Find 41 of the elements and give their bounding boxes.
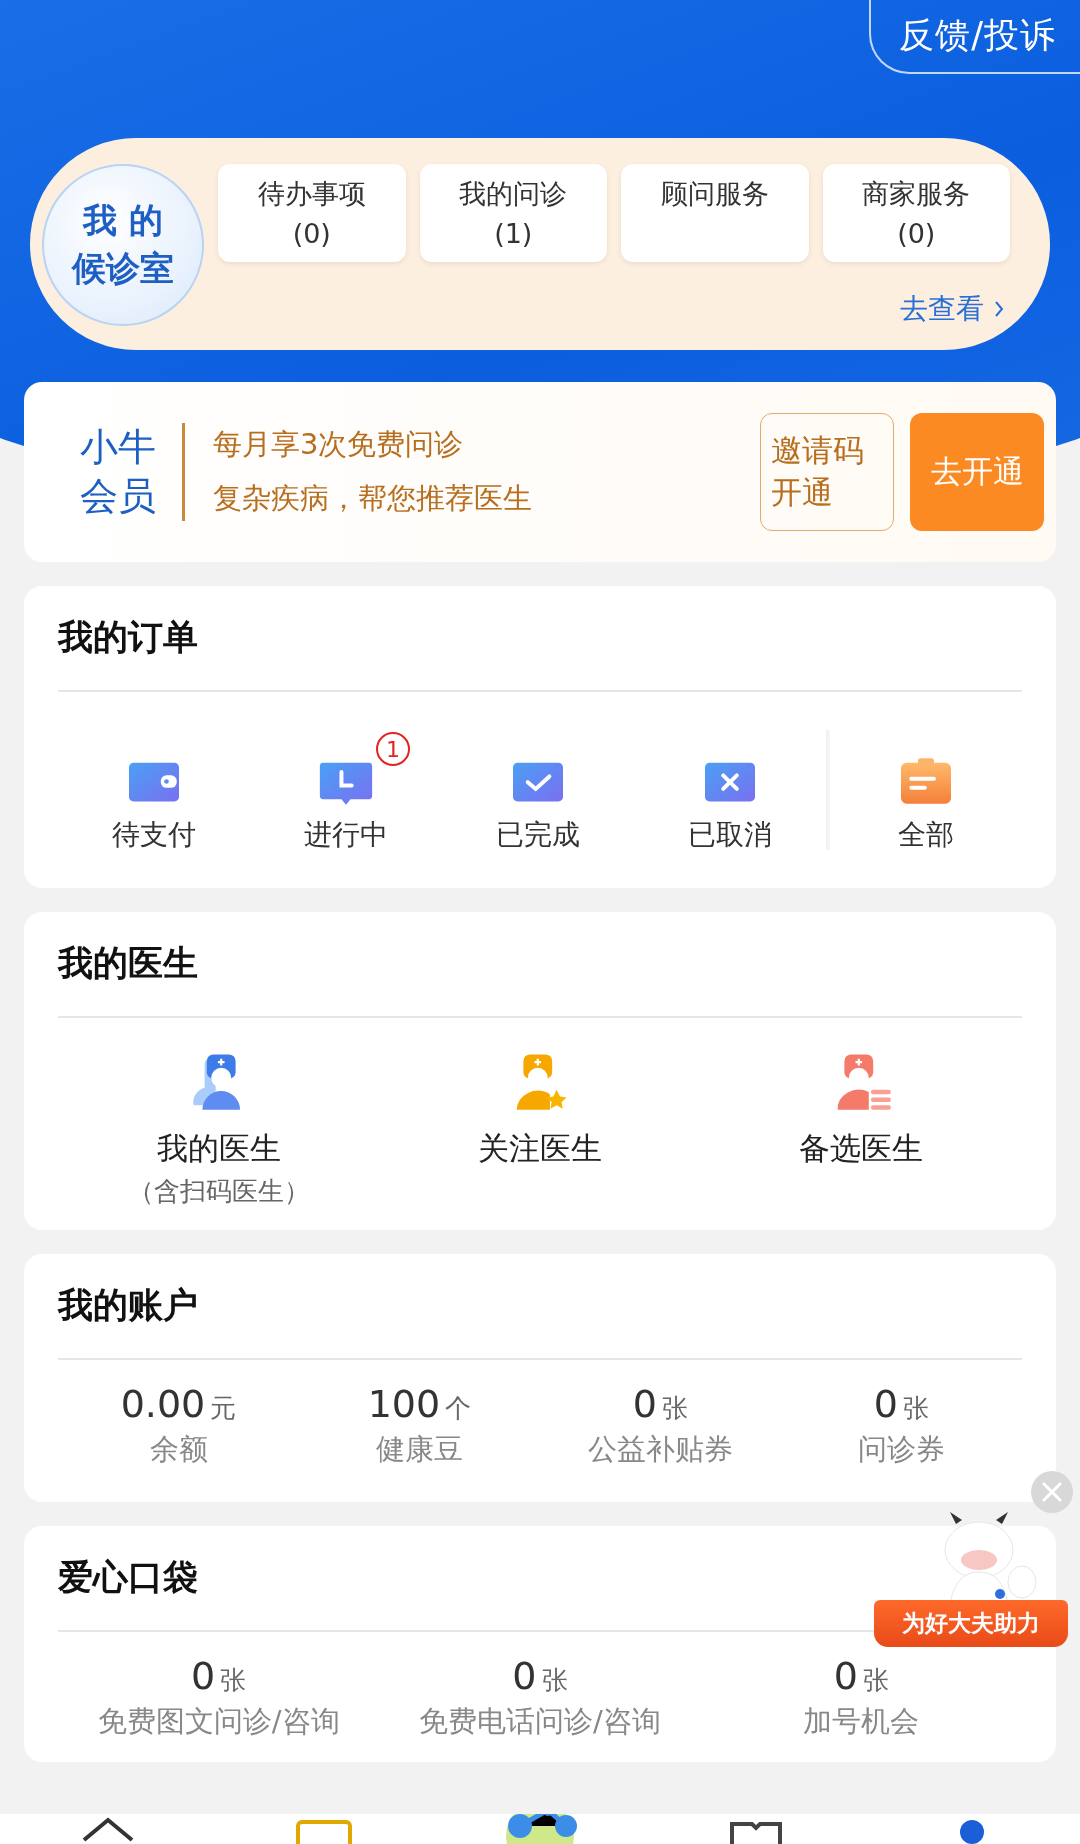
order-status-button[interactable]: 1 进行中: [250, 726, 442, 854]
doctor-category-button[interactable]: 备选医生: [700, 1050, 1022, 1230]
doctor-category-button[interactable]: 我的医生 （含扫码医生）: [58, 1050, 380, 1230]
feedback-button[interactable]: 反馈/投诉: [869, 0, 1080, 74]
section-title: 爱心口袋: [58, 1556, 198, 1599]
clipboard-icon: [898, 756, 954, 806]
stat-label: 公益补贴券: [588, 1431, 733, 1468]
stat-value: 0 张: [512, 1654, 568, 1698]
stat-value: 0.00 元: [120, 1382, 237, 1426]
service-tile[interactable]: 商家服务 (0): [822, 164, 1010, 262]
order-status-button[interactable]: 待支付: [58, 726, 250, 854]
service-tile[interactable]: 我的问诊 (1): [419, 164, 607, 262]
stat-label: 免费电话问诊/咨询: [419, 1703, 661, 1740]
invite-code-button[interactable]: 邀请码开通: [760, 413, 894, 531]
stat-value: 0 张: [833, 1654, 889, 1698]
membership-title: 会员: [80, 473, 156, 520]
chevron-right-icon: [994, 300, 1004, 318]
order-status-button[interactable]: 已完成: [442, 726, 634, 854]
view-link[interactable]: 去查看: [900, 290, 1004, 328]
benefit-text: 复杂疾病，帮您推荐医生: [213, 480, 533, 517]
stat-label: 健康豆: [376, 1431, 463, 1468]
order-status-button[interactable]: 已取消: [634, 726, 826, 854]
benefit-text: 每月享3次免费问诊: [213, 426, 465, 463]
section-title: 我的医生: [58, 942, 198, 985]
stat-label: 免费图文问诊/咨询: [97, 1703, 340, 1740]
stat-value: 0 张: [632, 1382, 689, 1426]
section-title: 我的订单: [58, 616, 198, 659]
stat-value: 100 个: [367, 1382, 472, 1426]
membership-title: 小牛: [80, 423, 156, 471]
stat-value: 0 张: [191, 1654, 247, 1698]
doctor-category-button[interactable]: 关注医生: [379, 1050, 701, 1230]
stat-label: 余额: [149, 1431, 208, 1468]
order-status-button[interactable]: 全部: [830, 726, 1022, 854]
section-title: 我的账户: [58, 1284, 198, 1327]
service-tile[interactable]: 待办事项 (0): [218, 164, 406, 262]
waiting-room-button[interactable]: 我 的 候诊室: [42, 164, 204, 326]
stat-value: 0 张: [873, 1382, 930, 1426]
service-tile[interactable]: 顾问服务: [621, 164, 809, 262]
stat-label: 加号机会: [803, 1703, 920, 1740]
stat-label: 问诊券: [858, 1431, 945, 1468]
count-badge: 1: [376, 732, 410, 766]
